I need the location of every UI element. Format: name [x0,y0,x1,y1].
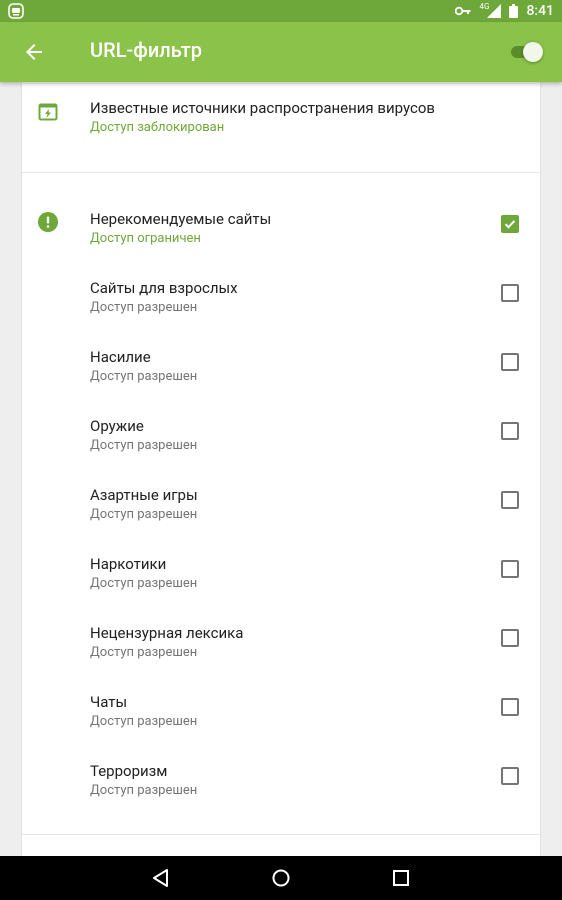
url-filter-toggle[interactable] [509,42,543,62]
category-item-chats[interactable]: Чаты Доступ разрешен [22,675,540,744]
network-type: 4G [479,1,490,11]
category-item-gambling[interactable]: Азартные игры Доступ разрешен [22,468,540,537]
browser-bolt-icon [38,103,58,121]
category-status: Доступ ограничен [90,231,201,246]
filter-card: Известные источники распространения виру… [22,82,540,856]
category-checkbox[interactable] [501,284,519,302]
category-item-adult[interactable]: Сайты для взрослых Доступ разрешен [22,261,540,330]
category-item-not-recommended[interactable]: Нерекомендуемые сайты Доступ ограничен [22,192,540,261]
category-checkbox[interactable] [501,629,519,647]
home-circle-icon[interactable] [270,867,292,889]
category-status: Доступ разрешен [90,369,198,384]
category-label: Азартные игры [90,486,198,504]
category-checkbox[interactable] [501,491,519,509]
category-checkbox[interactable] [501,353,519,371]
system-nav-bar [0,856,562,900]
category-status: Доступ разрешен [90,576,198,591]
category-checkbox[interactable] [501,215,519,233]
category-label: Чаты [90,693,128,711]
app-notification-icon [8,3,24,19]
category-label: Наркотики [90,555,167,573]
category-status: Доступ разрешен [90,783,198,798]
category-status: Доступ разрешен [90,714,198,729]
category-label: Насилие [90,348,151,366]
category-item-drugs[interactable]: Наркотики Доступ разрешен [22,537,540,606]
divider [22,172,540,173]
category-status: Доступ разрешен [90,300,198,315]
category-status: Доступ разрешен [90,645,198,660]
key-icon [455,6,471,16]
category-item-terrorism[interactable]: Терроризм Доступ разрешен [22,744,540,813]
category-item-weapons[interactable]: Оружие Доступ разрешен [22,399,540,468]
category-checkbox[interactable] [501,767,519,785]
clock: 8:41 [526,3,554,19]
category-checkbox[interactable] [501,698,519,716]
category-label: Сайты для взрослых [90,279,238,297]
recents-square-icon[interactable] [390,867,412,889]
virus-sources-item[interactable]: Известные источники распространения виру… [22,82,540,172]
virus-sources-status: Доступ заблокирован [90,120,225,135]
category-checkbox[interactable] [501,560,519,578]
virus-sources-label: Известные источники распространения виру… [90,99,435,117]
battery-icon [509,4,519,18]
category-status: Доступ разрешен [90,507,198,522]
category-label: Нерекомендуемые сайты [90,210,272,228]
page-title: URL-фильтр [90,38,202,62]
category-item-violence[interactable]: Насилие Доступ разрешен [22,330,540,399]
category-label: Оружие [90,417,144,435]
category-item-profanity[interactable]: Нецензурная лексика Доступ разрешен [22,606,540,675]
warning-icon [38,212,58,232]
category-label: Нецензурная лексика [90,624,244,642]
back-triangle-icon[interactable] [150,867,172,889]
check-icon [504,220,516,229]
status-bar: 4G 8:41 [0,0,562,22]
toggle-thumb [523,42,543,62]
category-checkbox[interactable] [501,422,519,440]
category-status: Доступ разрешен [90,438,198,453]
app-bar: URL-фильтр [0,22,562,82]
signal-icon [487,4,502,18]
divider [22,834,540,835]
arrow-back-icon[interactable] [22,40,46,64]
category-label: Терроризм [90,762,168,780]
